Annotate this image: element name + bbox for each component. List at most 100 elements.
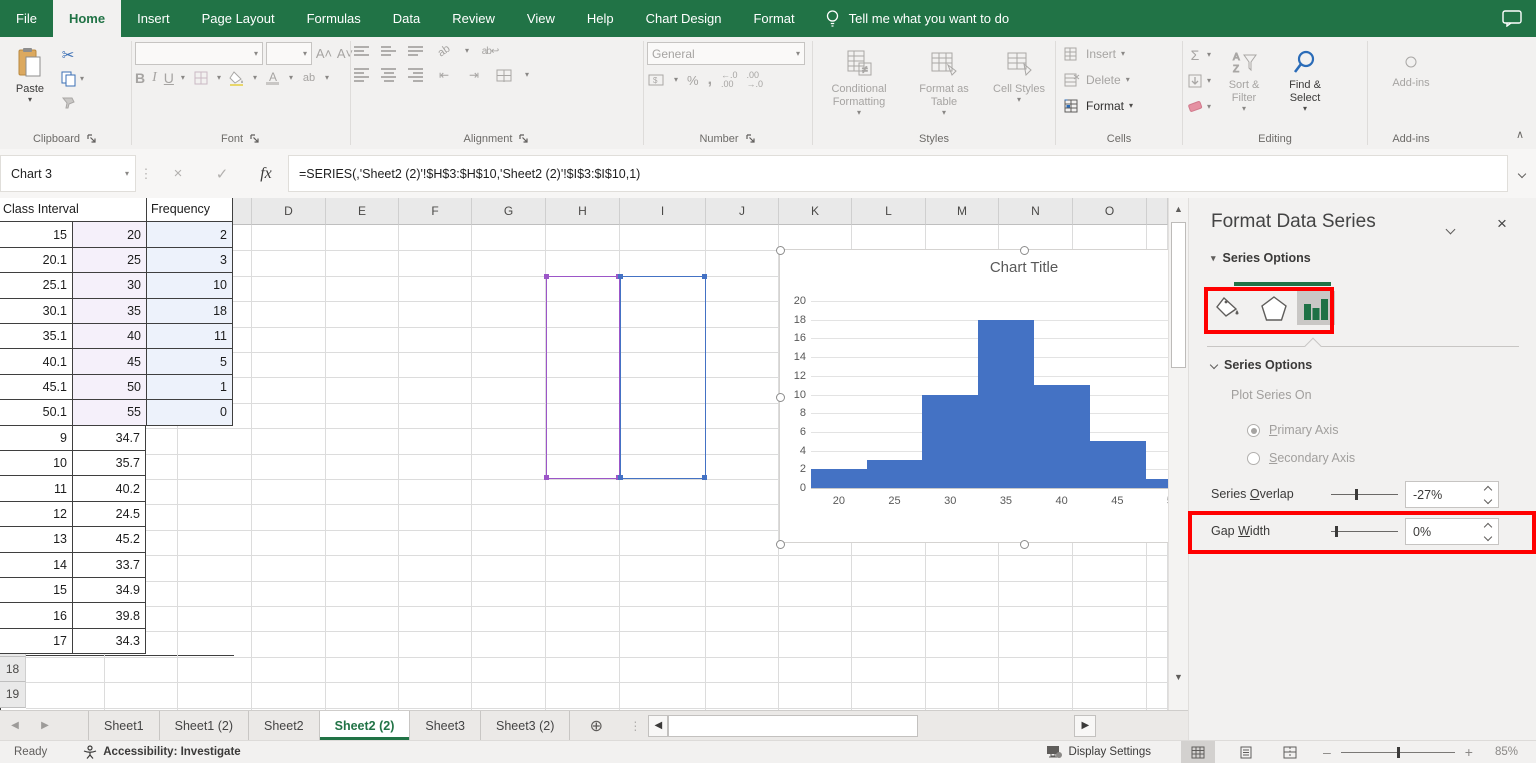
comma-style-button[interactable]: ,	[708, 71, 712, 89]
autosum-button[interactable]: Σ ▾	[1186, 44, 1211, 65]
ribbon-tab-view[interactable]: View	[511, 0, 571, 37]
cell-G6[interactable]: 30.1	[0, 298, 73, 324]
formula-bar-expand-icon[interactable]	[1508, 149, 1536, 198]
paste-button[interactable]: Paste ▾	[3, 42, 57, 104]
cell-G10[interactable]: 50.1	[0, 400, 73, 426]
series-overlap-spinner[interactable]: -27%	[1405, 481, 1499, 508]
fill-button[interactable]: ▾	[1186, 70, 1211, 91]
column-header-N[interactable]: N	[999, 198, 1073, 225]
series-options-dropdown[interactable]: ▾ Series Options	[1211, 251, 1311, 265]
gap-width-spinner[interactable]: 0%	[1405, 518, 1499, 545]
column-header-K[interactable]: K	[779, 198, 852, 225]
sheet-tab-sheet3-2[interactable]: Sheet3 (2)	[481, 711, 571, 740]
cell-H8[interactable]: 45	[73, 349, 147, 375]
copy-button[interactable]: ▾	[59, 68, 84, 89]
wrap-text-icon[interactable]: ab↩	[481, 42, 500, 60]
cell-G4[interactable]: 20.1	[0, 247, 73, 274]
formula-input[interactable]: =SERIES(,'Sheet2 (2)'!$H$3:$H$10,'Sheet2…	[288, 155, 1508, 192]
zoom-level[interactable]: 85%	[1495, 746, 1518, 758]
insert-cells-button[interactable]: Insert ▾	[1059, 42, 1129, 66]
accessibility-status[interactable]: Accessibility: Investigate	[103, 746, 240, 758]
column-header-J[interactable]: J	[706, 198, 779, 225]
ribbon-tab-review[interactable]: Review	[436, 0, 511, 37]
spreadsheet-grid[interactable]: ABCDEFGHIJKLMNO1234567891011121314151617…	[0, 198, 1168, 710]
cell-E13[interactable]: 40.2	[73, 476, 146, 502]
font-color-icon[interactable]: A	[264, 69, 282, 87]
format-as-table-button[interactable]: Format as Table ▾	[906, 42, 982, 117]
chart-object[interactable]: Chart Title 0 2 4 6 8 10 12 14 16 18 20 20 25 30 35 40 45…	[775, 245, 1168, 549]
formula-bar-handle[interactable]: ⋮	[136, 149, 156, 198]
spin-down-icon[interactable]	[1483, 532, 1493, 541]
zoom-out-icon[interactable]: –	[1323, 744, 1331, 760]
align-middle-icon[interactable]	[381, 46, 396, 56]
cell-D16[interactable]: 14	[0, 552, 73, 578]
normal-view-button[interactable]	[1180, 741, 1215, 763]
accounting-format-icon[interactable]: $	[647, 71, 665, 89]
row-header-18[interactable]: 18	[0, 656, 26, 683]
ribbon-tab-home[interactable]: Home	[52, 0, 122, 37]
vertical-scroll-thumb[interactable]	[1171, 222, 1186, 368]
fill-color-icon[interactable]	[228, 69, 246, 87]
decrease-decimal-icon[interactable]: .00 →.0	[747, 71, 764, 89]
cell-H6[interactable]: 35	[73, 298, 147, 324]
cell-H4[interactable]: 25	[73, 247, 147, 274]
chart-selection-handle[interactable]	[775, 392, 785, 402]
align-right-icon[interactable]	[408, 68, 423, 82]
insert-function-button[interactable]: fx	[244, 149, 288, 198]
tell-me-box[interactable]: Tell me what you want to do	[811, 0, 1023, 37]
chart-bar[interactable]	[922, 394, 979, 488]
cell-I6[interactable]: 18	[147, 298, 233, 324]
page-break-view-button[interactable]	[1273, 741, 1307, 763]
cell-I9[interactable]: 1	[147, 374, 233, 401]
tab-strip-handle[interactable]: ⋮	[622, 711, 648, 740]
column-header-partial[interactable]	[1147, 198, 1168, 225]
spin-down-icon[interactable]	[1483, 495, 1493, 504]
cell-G9[interactable]: 45.1	[0, 374, 73, 401]
column-header-G[interactable]: G	[472, 198, 546, 225]
spin-up-icon[interactable]	[1483, 485, 1493, 494]
cell-H10[interactable]: 55	[73, 400, 147, 426]
chart-selection-handle[interactable]	[775, 245, 785, 255]
chart-selection-handle[interactable]	[1019, 539, 1029, 549]
chart-bar[interactable]	[811, 469, 868, 488]
hscroll-left-icon[interactable]: ◀	[648, 714, 669, 737]
align-center-icon[interactable]	[381, 68, 396, 82]
cell-G3[interactable]: 15	[0, 222, 73, 248]
cell-G7[interactable]: 35.1	[0, 324, 73, 350]
cell-I7[interactable]: 11	[147, 324, 233, 350]
align-bottom-icon[interactable]	[408, 46, 423, 56]
cell-D13[interactable]: 11	[0, 476, 73, 502]
column-header-E[interactable]: E	[326, 198, 399, 225]
cell-I5[interactable]: 10	[147, 273, 233, 299]
find-select-button[interactable]: Find & Select ▾	[1277, 42, 1333, 113]
delete-cells-button[interactable]: Delete ▾	[1059, 68, 1134, 92]
row-header-19[interactable]: 19	[0, 682, 26, 708]
sheet-tab-sheet3[interactable]: Sheet3	[410, 711, 481, 740]
chart-bar[interactable]	[1033, 385, 1090, 488]
cell-G5[interactable]: 25.1	[0, 273, 73, 299]
ribbon-tab-formulas[interactable]: Formulas	[291, 0, 377, 37]
pane-chevron-down-icon[interactable]	[1445, 220, 1456, 238]
cell-G2-class-interval[interactable]: Class Interval	[0, 198, 147, 223]
bold-button[interactable]: B	[135, 70, 145, 86]
ribbon-tab-data[interactable]: Data	[377, 0, 436, 37]
page-layout-view-button[interactable]	[1229, 741, 1263, 763]
cell-H7[interactable]: 40	[73, 324, 147, 350]
effects-tab[interactable]	[1257, 293, 1291, 323]
cell-E12[interactable]: 35.7	[73, 451, 146, 477]
fill-line-tab[interactable]	[1211, 293, 1245, 323]
conditional-formatting-button[interactable]: ≠ Conditional Formatting ▾	[818, 42, 900, 117]
column-header-O[interactable]: O	[1073, 198, 1147, 225]
sort-filter-button[interactable]: A Z Sort & Filter ▾	[1217, 42, 1271, 113]
enter-button[interactable]: ✓	[200, 149, 244, 198]
phonetic-icon[interactable]: ab	[300, 69, 318, 87]
align-left-icon[interactable]	[354, 68, 369, 82]
cell-D15[interactable]: 13	[0, 527, 73, 553]
increase-indent-icon[interactable]: ⇥	[465, 66, 483, 84]
collapse-ribbon-icon[interactable]: ∧	[1516, 128, 1524, 141]
cell-D11[interactable]: 9	[0, 425, 73, 451]
ribbon-tab-help[interactable]: Help	[571, 0, 630, 37]
series-overlap-slider-thumb[interactable]	[1355, 489, 1358, 500]
borders-icon[interactable]	[192, 69, 210, 87]
cell-E14[interactable]: 24.5	[73, 501, 146, 528]
